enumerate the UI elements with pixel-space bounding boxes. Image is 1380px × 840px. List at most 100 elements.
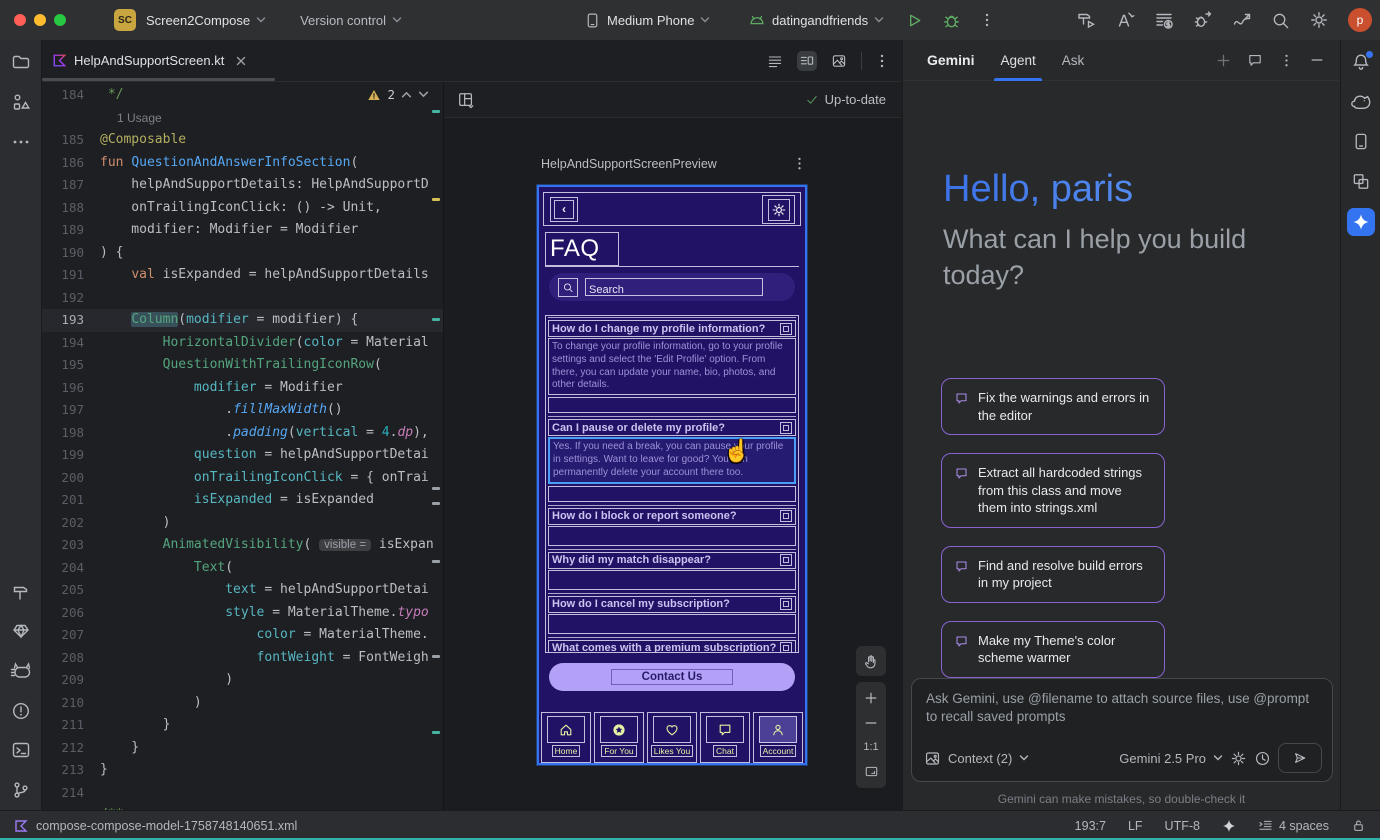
tab-ask[interactable]: Ask [1062,40,1085,81]
gemini-input-box[interactable]: Ask Gemini, use @filename to attach sour… [911,678,1333,782]
code-line[interactable]: 199 question = helpAndSupportDetai [42,444,443,467]
problems-icon[interactable] [11,701,31,721]
stripe-mark[interactable] [432,110,440,113]
code-line[interactable]: 200 onTrailingIconClick = { onTrai [42,467,443,490]
code-line[interactable]: 197 .fillMaxWidth() [42,399,443,422]
stripe-mark[interactable] [432,502,440,505]
tab-helpandsupportscreen[interactable]: HelpAndSupportScreen.kt [42,40,257,82]
expand-icon[interactable] [780,422,792,434]
encoding[interactable]: UTF-8 [1165,819,1200,833]
search-icon[interactable] [1271,11,1290,30]
code-line[interactable]: 185@Composable [42,129,443,152]
settings-button[interactable] [762,195,795,224]
layout-inspector-icon[interactable] [1351,172,1370,191]
project-selector[interactable]: Screen2Compose [146,13,266,28]
faq-question[interactable]: How do I change my profile information? [548,320,796,337]
code-line[interactable]: 211 } [42,714,443,737]
code-line[interactable]: 192 [42,287,443,310]
search-bar[interactable]: Search [549,273,795,301]
context-selector[interactable]: Context (2) [948,751,1012,766]
code-line[interactable]: 187 helpAndSupportDetails: HelpAndSuppor… [42,174,443,197]
model-selector[interactable]: Gemini 2.5 Pro [1119,751,1206,766]
build-icon[interactable] [1076,10,1096,30]
code-line[interactable]: 1 Usage [42,107,443,130]
code-line[interactable]: 209 ) [42,669,443,692]
more-tools-icon[interactable] [11,132,31,152]
zoom-fit-button[interactable] [864,764,879,779]
send-button[interactable] [1278,743,1322,773]
code-line[interactable]: 186fun QuestionAndAnswerInfoSection( [42,152,443,175]
code-line[interactable]: 206 style = MaterialTheme.typo [42,602,443,625]
version-control-icon[interactable] [11,780,31,800]
expand-icon[interactable] [780,510,792,522]
faq-question[interactable]: What comes with a premium subscription? [548,640,796,653]
stripe-mark[interactable] [432,560,440,563]
notifications-bell-icon[interactable] [1351,52,1371,72]
app-quality-insights-icon[interactable] [11,621,31,641]
next-warning-icon[interactable] [418,90,429,99]
stripe-mark[interactable] [432,198,440,201]
search-field[interactable]: Search [585,278,763,296]
more-actions-icon[interactable] [979,12,995,28]
zoom-out-button[interactable] [864,716,878,730]
indent-widget[interactable]: 4 spaces [1258,818,1329,833]
stripe-mark[interactable] [432,318,440,321]
code-line[interactable]: 195 QuestionWithTrailingIconRow( [42,354,443,377]
expand-icon[interactable] [780,554,792,566]
expand-icon[interactable] [780,642,792,653]
code-line[interactable]: 189 modifier: Modifier = Modifier [42,219,443,242]
gemini-settings-icon[interactable] [1230,750,1247,767]
code-view-icon[interactable] [765,51,785,71]
code-line[interactable]: 193 Column(modifier = modifier) { [42,309,443,332]
faq-answer[interactable]: Yes. If you need a break, you can pause … [548,437,796,483]
suggestion-card[interactable]: Extract all hardcoded strings from this … [941,453,1165,528]
suggestion-card[interactable]: Fix the warnings and errors in the edito… [941,378,1165,435]
minimize-window-button[interactable] [34,14,46,26]
gradle-icon[interactable] [1350,92,1372,112]
settings-gear-icon[interactable] [1309,10,1329,30]
gemini-spark-button[interactable] [1347,208,1375,236]
usage-hint[interactable]: 1 Usage [100,111,162,125]
new-chat-icon[interactable] [1216,53,1231,68]
hide-panel-icon[interactable] [1310,53,1324,67]
inspection-widget[interactable]: 2 [367,87,429,102]
debug-button[interactable] [942,11,961,30]
code-line[interactable]: 201 isExpanded = isExpanded [42,489,443,512]
code-line[interactable]: 194 HorizontalDivider(color = Material [42,332,443,355]
vcs-widget[interactable]: Version control [300,13,402,28]
nav-item-chat[interactable]: Chat [700,712,750,763]
nav-item-likes-you[interactable]: Likes You [647,712,697,763]
gemini-status-icon[interactable] [1222,819,1236,833]
code-line[interactable]: 196 modifier = Modifier [42,377,443,400]
run-button[interactable] [905,11,924,30]
pan-button[interactable] [856,646,886,676]
faq-question[interactable]: How do I block or report someone? [548,508,796,525]
code-line[interactable]: 204 Text( [42,557,443,580]
maximize-window-button[interactable] [54,14,66,26]
horizontal-scrollbar[interactable] [42,78,275,81]
project-tool-icon[interactable] [11,52,31,72]
design-view-icon[interactable] [829,51,849,71]
zoom-100-button[interactable]: 1:1 [863,741,878,753]
faq-question[interactable]: How do I cancel my subscription? [548,596,796,613]
nav-item-home[interactable]: Home [541,712,591,763]
code-line[interactable]: 208 fontWeight = FontWeigh [42,647,443,670]
caret-position[interactable]: 193:7 [1075,819,1106,833]
attach-image-icon[interactable] [924,750,941,767]
line-ending[interactable]: LF [1128,819,1143,833]
code-line[interactable]: 214 [42,782,443,805]
code-line[interactable]: 202 ) [42,512,443,535]
profiler-icon[interactable] [1154,10,1174,30]
faq-answer[interactable]: To change your profile information, go t… [548,338,796,395]
code-line[interactable]: 210 ) [42,692,443,715]
logcat-icon[interactable] [10,661,32,681]
build-tool-icon[interactable] [11,582,31,602]
preview-layout-icon[interactable] [457,91,475,109]
code-line[interactable]: 190) { [42,242,443,265]
code-line[interactable]: 198 .padding(vertical = 4.dp), [42,422,443,445]
close-window-button[interactable] [14,14,26,26]
contact-us-button[interactable]: Contact Us [549,663,795,691]
expand-icon[interactable] [780,323,792,335]
code-line[interactable]: 205 text = helpAndSupportDetai [42,579,443,602]
device-streaming-icon[interactable] [1232,10,1252,30]
